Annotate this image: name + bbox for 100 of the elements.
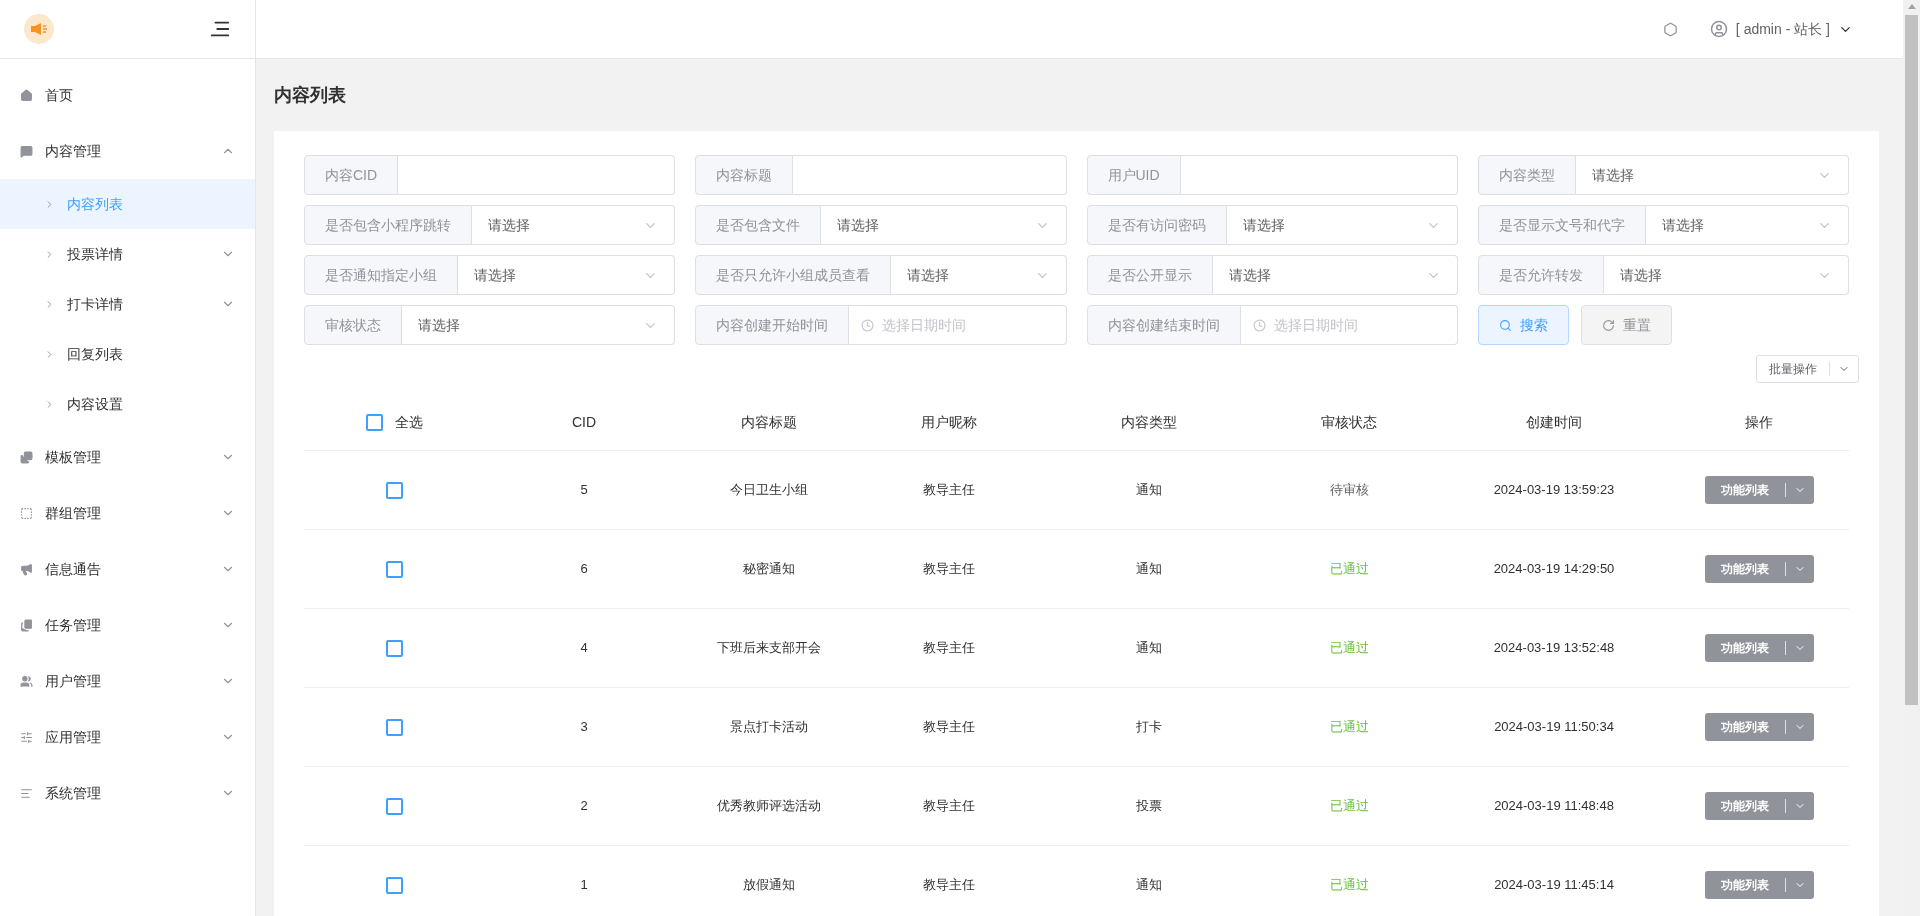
table-cell-text: 投票 bbox=[1135, 797, 1163, 816]
table-cell-text: 2024-03-19 14:29:50 bbox=[1492, 560, 1616, 579]
select-field[interactable]: 请选择 bbox=[891, 255, 1067, 295]
table-cell-text: 教导主任 bbox=[922, 876, 976, 895]
select-field[interactable]: 请选择 bbox=[458, 255, 676, 295]
chevron-right-icon bbox=[44, 248, 55, 260]
checkbox[interactable] bbox=[385, 560, 403, 578]
batch-action-button[interactable]: 批量操作 bbox=[1756, 355, 1859, 383]
filter-label: 内容类型 bbox=[1477, 155, 1576, 195]
sidebar-item[interactable]: 模板管理 bbox=[0, 429, 255, 485]
checkbox[interactable] bbox=[385, 797, 403, 815]
checkbox[interactable] bbox=[385, 639, 403, 657]
status-text: 待审核 bbox=[1328, 481, 1370, 500]
filter-label: 用户UID bbox=[1086, 155, 1181, 195]
table-cell-text: 2024-03-19 11:45:14 bbox=[1493, 876, 1615, 895]
select-all-label: 全选 bbox=[394, 413, 423, 432]
menu-item-icon bbox=[20, 786, 33, 800]
user-menu[interactable]: [ admin - 站长 ] bbox=[1709, 18, 1853, 40]
table-cell-text: 下班后来支部开会 bbox=[716, 639, 822, 658]
menu-item-icon bbox=[20, 88, 33, 102]
page-title: 内容列表 bbox=[274, 84, 347, 107]
filter-label: 是否只允许小组成员查看 bbox=[695, 255, 892, 295]
table-cell-text: 4 bbox=[579, 639, 589, 658]
filter-label: 内容CID bbox=[304, 155, 399, 195]
sidebar-item[interactable]: 应用管理 bbox=[0, 709, 255, 765]
submenu-item[interactable]: 打卡详情 bbox=[0, 279, 255, 329]
filter-label: 是否显示文号和代字 bbox=[1477, 205, 1646, 245]
table-cell-text: 通知 bbox=[1135, 481, 1163, 500]
column-header: 操作 bbox=[1744, 413, 1774, 432]
filter-label: 是否公开显示 bbox=[1086, 255, 1213, 295]
logo-icon bbox=[24, 14, 54, 44]
table-cell-text: 今日卫生小组 bbox=[729, 481, 809, 500]
submenu-item[interactable]: 投票详情 bbox=[0, 229, 255, 279]
table-cell-text: 5 bbox=[579, 481, 589, 500]
select-field[interactable]: 请选择 bbox=[821, 205, 1067, 245]
menu-item-icon bbox=[20, 562, 33, 576]
hexagon-icon[interactable] bbox=[1662, 21, 1678, 37]
column-header: 内容标题 bbox=[740, 413, 798, 432]
sidebar-item[interactable]: 系统管理 bbox=[0, 765, 255, 821]
table-cell-text: 景点打卡活动 bbox=[729, 718, 809, 737]
column-header: 内容类型 bbox=[1120, 413, 1178, 432]
column-header: CID bbox=[570, 413, 598, 432]
search-icon bbox=[1498, 318, 1512, 332]
table-cell-text: 2024-03-19 13:59:23 bbox=[1492, 481, 1616, 500]
select-field[interactable]: 请选择 bbox=[1226, 205, 1458, 245]
checkbox[interactable] bbox=[365, 414, 383, 431]
table-cell-text: 3 bbox=[579, 718, 589, 737]
text-input[interactable] bbox=[793, 155, 1067, 195]
table-cell-text: 放假通知 bbox=[742, 876, 796, 895]
menu-item-icon bbox=[20, 674, 33, 688]
submenu-item[interactable]: 回复列表 bbox=[0, 329, 255, 379]
table-cell-text: 打卡 bbox=[1135, 718, 1163, 737]
select-field[interactable]: 请选择 bbox=[1212, 255, 1458, 295]
table-cell-text: 通知 bbox=[1135, 560, 1163, 579]
column-header: 审核状态 bbox=[1320, 413, 1378, 432]
table-cell-text: 6 bbox=[579, 560, 589, 579]
menu-item-icon bbox=[20, 144, 33, 158]
status-text: 已通过 bbox=[1328, 639, 1370, 658]
table-cell-text: 教导主任 bbox=[922, 481, 976, 500]
clock-icon bbox=[861, 318, 875, 332]
checkbox[interactable] bbox=[385, 718, 403, 736]
select-field[interactable]: 请选择 bbox=[1575, 155, 1849, 195]
submenu-item[interactable]: 内容设置 bbox=[0, 379, 255, 429]
table-cell-text: 2024-03-19 11:48:48 bbox=[1493, 797, 1615, 816]
table-cell-text: 教导主任 bbox=[922, 560, 976, 579]
sidebar-item[interactable]: 信息通告 bbox=[0, 541, 255, 597]
text-input[interactable] bbox=[1180, 155, 1458, 195]
filter-label: 是否包含小程序跳转 bbox=[304, 205, 472, 245]
menu-item-icon bbox=[20, 450, 33, 464]
table-cell-text: 1 bbox=[579, 876, 589, 895]
sidebar-item[interactable]: 群组管理 bbox=[0, 485, 255, 541]
menu-item-icon bbox=[20, 618, 33, 632]
select-field[interactable]: 请选择 bbox=[402, 305, 676, 345]
table-cell-text: 教导主任 bbox=[922, 639, 976, 658]
sidebar-item[interactable]: 内容管理 bbox=[0, 123, 255, 179]
table-cell-text: 秘密通知 bbox=[742, 560, 796, 579]
sidebar-item[interactable]: 用户管理 bbox=[0, 653, 255, 709]
column-header: 创建时间 bbox=[1525, 413, 1583, 432]
refresh-icon bbox=[1601, 318, 1615, 332]
table-cell-text: 优秀教师评选活动 bbox=[716, 797, 822, 816]
filter-label: 是否允许转发 bbox=[1477, 255, 1604, 295]
menu-item-icon bbox=[20, 506, 33, 520]
select-field[interactable]: 请选择 bbox=[472, 205, 676, 245]
sidebar-item[interactable]: 首页 bbox=[0, 67, 255, 123]
sidebar-item[interactable]: 任务管理 bbox=[0, 597, 255, 653]
table-cell-text: 教导主任 bbox=[922, 797, 976, 816]
filter-label: 审核状态 bbox=[304, 305, 402, 345]
status-text: 已通过 bbox=[1328, 718, 1370, 737]
table-cell-text: 教导主任 bbox=[922, 718, 976, 737]
select-field[interactable]: 请选择 bbox=[1645, 205, 1849, 245]
table-cell-text: 2 bbox=[579, 797, 589, 816]
checkbox[interactable] bbox=[385, 876, 403, 894]
filter-label: 是否通知指定小组 bbox=[304, 255, 458, 295]
checkbox[interactable] bbox=[385, 481, 403, 499]
text-input[interactable] bbox=[398, 155, 676, 195]
table-cell-text: 2024-03-19 11:50:34 bbox=[1493, 718, 1615, 737]
filter-label: 内容创建结束时间 bbox=[1086, 305, 1241, 345]
column-header: 用户昵称 bbox=[920, 413, 978, 432]
status-text: 已通过 bbox=[1328, 560, 1370, 579]
select-field[interactable]: 请选择 bbox=[1603, 255, 1849, 295]
